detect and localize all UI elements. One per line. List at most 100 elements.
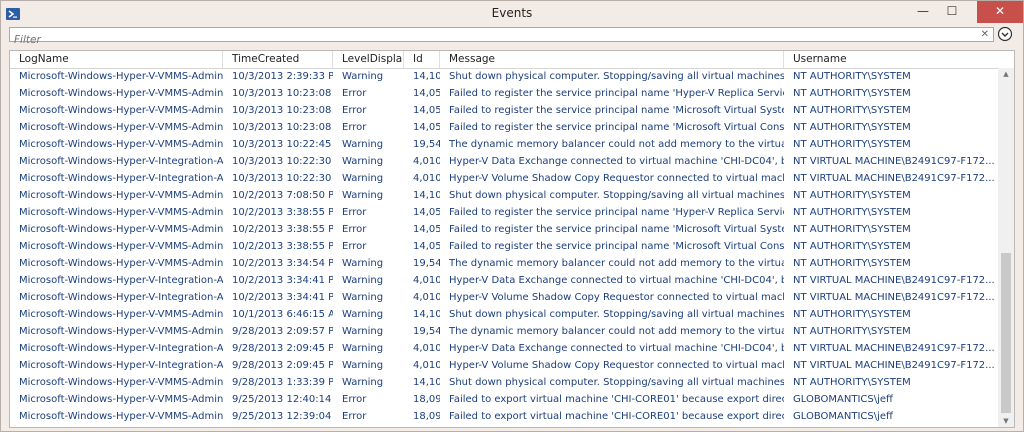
cell-level: Warning	[342, 309, 384, 320]
title-bar[interactable]: Events — ☐ ✕	[1, 1, 1023, 27]
table-row[interactable]: Microsoft-Windows-Hyper-V-VMMS-Admin 10/3…	[10, 68, 998, 85]
cell-level: Warning	[342, 173, 384, 184]
column-header-id[interactable]: Id	[404, 51, 440, 68]
cell-message: Failed to register the service principal…	[449, 122, 784, 133]
cell-username: NT AUTHORITY\SYSTEM	[793, 377, 911, 388]
cell-username: NT AUTHORITY\SYSTEM	[793, 241, 911, 252]
cell-id: 14,050	[413, 122, 440, 133]
cell-logname: Microsoft-Windows-Hyper-V-Integration-Ad…	[19, 173, 223, 184]
filter-input[interactable]	[10, 33, 978, 47]
table-row[interactable]: Microsoft-Windows-Hyper-V-VMMS-Admin 10/2…	[10, 238, 998, 255]
cell-timecreated: 10/2/2013 3:34:41 PM	[232, 275, 333, 286]
table-row[interactable]: Microsoft-Windows-Hyper-V-Integration-Ad…	[10, 289, 998, 306]
cell-level: Warning	[342, 190, 384, 201]
close-button[interactable]: ✕	[977, 1, 1023, 23]
table-row[interactable]: Microsoft-Windows-Hyper-V-VMMS-Admin 10/3…	[10, 136, 998, 153]
cell-logname: Microsoft-Windows-Hyper-V-Integration-Ad…	[19, 343, 223, 354]
table-row[interactable]: Microsoft-Windows-Hyper-V-VMMS-Admin 10/2…	[10, 221, 998, 238]
cell-logname: Microsoft-Windows-Hyper-V-VMMS-Admin	[19, 207, 223, 218]
cell-timecreated: 10/3/2013 10:22:45 AM	[232, 139, 333, 150]
cell-timecreated: 10/2/2013 3:38:55 PM	[232, 224, 333, 235]
table-row[interactable]: Microsoft-Windows-Hyper-V-VMMS-Admin 10/3…	[10, 85, 998, 102]
table-row[interactable]: Microsoft-Windows-Hyper-V-VMMS-Admin 9/25…	[10, 408, 998, 425]
table-row[interactable]: Microsoft-Windows-Hyper-V-Integration-Ad…	[10, 357, 998, 374]
cell-level: Error	[342, 394, 367, 405]
column-header-logname[interactable]: LogName	[10, 51, 223, 68]
table-row[interactable]: Microsoft-Windows-Hyper-V-Integration-Ad…	[10, 272, 998, 289]
cell-level: Warning	[342, 275, 384, 286]
cell-level: Error	[342, 241, 367, 252]
cell-timecreated: 10/1/2013 6:46:15 AM	[232, 309, 333, 320]
cell-timecreated: 10/2/2013 3:38:55 PM	[232, 207, 333, 218]
cell-id: 14,100	[413, 377, 440, 388]
table-row[interactable]: Microsoft-Windows-Hyper-V-VMMS-Admin 10/1…	[10, 306, 998, 323]
cell-username: NT AUTHORITY\SYSTEM	[793, 88, 911, 99]
cell-id: 14,100	[413, 71, 440, 82]
table-row[interactable]: Microsoft-Windows-Hyper-V-VMMS-Admin 10/3…	[10, 119, 998, 136]
table-row[interactable]: Microsoft-Windows-Hyper-V-VMMS-Admin 9/25…	[10, 391, 998, 408]
table-row[interactable]: Microsoft-Windows-Hyper-V-Integration-Ad…	[10, 170, 998, 187]
cell-username: GLOBOMANTICS\jeff	[793, 411, 893, 422]
cell-message: The dynamic memory balancer could not ad…	[449, 258, 784, 269]
cell-username: NT VIRTUAL MACHINE\B2491C97-F172...	[793, 343, 995, 354]
clear-filter-icon[interactable]: ✕	[981, 28, 989, 41]
column-header-message[interactable]: Message	[440, 51, 784, 68]
cell-level: Warning	[342, 326, 384, 337]
cell-message: Failed to export virtual machine 'CHI-CO…	[449, 411, 784, 422]
cell-level: Error	[342, 224, 367, 235]
cell-id: 19,548	[413, 326, 440, 337]
cell-message: Shut down physical computer. Stopping/sa…	[449, 309, 784, 320]
cell-message: Hyper-V Volume Shadow Copy Requestor con…	[449, 292, 784, 303]
filter-box: ✕	[9, 27, 994, 47]
grid-header: LogName TimeCreated LevelDispla... Id Me…	[10, 51, 1014, 69]
table-row[interactable]: Microsoft-Windows-Hyper-V-VMMS-Admin 9/28…	[10, 374, 998, 391]
table-row[interactable]: Microsoft-Windows-Hyper-V-VMMS-Admin 9/28…	[10, 323, 998, 340]
cell-logname: Microsoft-Windows-Hyper-V-VMMS-Admin	[19, 377, 223, 388]
cell-timecreated: 10/2/2013 3:38:55 PM	[232, 241, 333, 252]
table-row[interactable]: Microsoft-Windows-Hyper-V-VMMS-Admin 10/3…	[10, 102, 998, 119]
cell-level: Error	[342, 88, 367, 99]
column-header-level[interactable]: LevelDispla...	[333, 51, 404, 68]
cell-username: NT VIRTUAL MACHINE\B2491C97-F172...	[793, 173, 995, 184]
cell-logname: Microsoft-Windows-Hyper-V-VMMS-Admin	[19, 105, 223, 116]
events-grid: LogName TimeCreated LevelDispla... Id Me…	[9, 50, 1015, 428]
column-header-timecreated[interactable]: TimeCreated	[223, 51, 333, 68]
cell-id: 14,050	[413, 241, 440, 252]
chevron-down-circle-icon[interactable]	[997, 26, 1013, 42]
minimize-button[interactable]: —	[909, 1, 937, 23]
cell-logname: Microsoft-Windows-Hyper-V-VMMS-Admin	[19, 326, 223, 337]
table-row[interactable]: Microsoft-Windows-Hyper-V-Integration-Ad…	[10, 153, 998, 170]
cell-username: NT AUTHORITY\SYSTEM	[793, 105, 911, 116]
column-header-username[interactable]: Username	[784, 51, 998, 68]
cell-logname: Microsoft-Windows-Hyper-V-VMMS-Admin	[19, 122, 223, 133]
cell-level: Error	[342, 122, 367, 133]
table-row[interactable]: Microsoft-Windows-Hyper-V-VMMS-Admin 10/2…	[10, 204, 998, 221]
cell-username: NT VIRTUAL MACHINE\B2491C97-F172...	[793, 292, 995, 303]
cell-id: 4,010	[413, 275, 440, 286]
cell-username: NT AUTHORITY\SYSTEM	[793, 190, 911, 201]
vertical-scrollbar[interactable]: ▲ ▼	[998, 68, 1014, 427]
table-row[interactable]: Microsoft-Windows-Hyper-V-Integration-Ad…	[10, 340, 998, 357]
cell-logname: Microsoft-Windows-Hyper-V-VMMS-Admin	[19, 241, 223, 252]
cell-level: Warning	[342, 139, 384, 150]
cell-username: GLOBOMANTICS\jeff	[793, 394, 893, 405]
cell-id: 19,548	[413, 139, 440, 150]
cell-timecreated: 10/3/2013 2:39:33 PM	[232, 71, 333, 82]
cell-timecreated: 10/3/2013 10:22:30 AM	[232, 156, 333, 167]
cell-id: 4,010	[413, 173, 440, 184]
scroll-up-icon[interactable]: ▲	[998, 68, 1014, 80]
table-row[interactable]: Microsoft-Windows-Hyper-V-VMMS-Admin 10/2…	[10, 187, 998, 204]
cell-timecreated: 9/25/2013 12:40:14 PM	[232, 394, 333, 405]
window-title: Events	[491, 6, 533, 20]
table-row[interactable]: Microsoft-Windows-Hyper-V-VMMS-Admin 10/2…	[10, 255, 998, 272]
cell-username: NT VIRTUAL MACHINE\B2491C97-F172...	[793, 156, 995, 167]
maximize-button[interactable]: ☐	[938, 1, 966, 23]
cell-username: NT AUTHORITY\SYSTEM	[793, 224, 911, 235]
scrollbar-thumb[interactable]	[1001, 253, 1011, 413]
cell-timecreated: 10/2/2013 3:34:41 PM	[232, 292, 333, 303]
cell-logname: Microsoft-Windows-Hyper-V-Integration-Ad…	[19, 275, 223, 286]
scroll-down-icon[interactable]: ▼	[998, 415, 1014, 427]
cell-timecreated: 9/25/2013 12:39:04 PM	[232, 411, 333, 422]
cell-logname: Microsoft-Windows-Hyper-V-VMMS-Admin	[19, 88, 223, 99]
cell-timecreated: 9/28/2013 1:33:39 PM	[232, 377, 333, 388]
